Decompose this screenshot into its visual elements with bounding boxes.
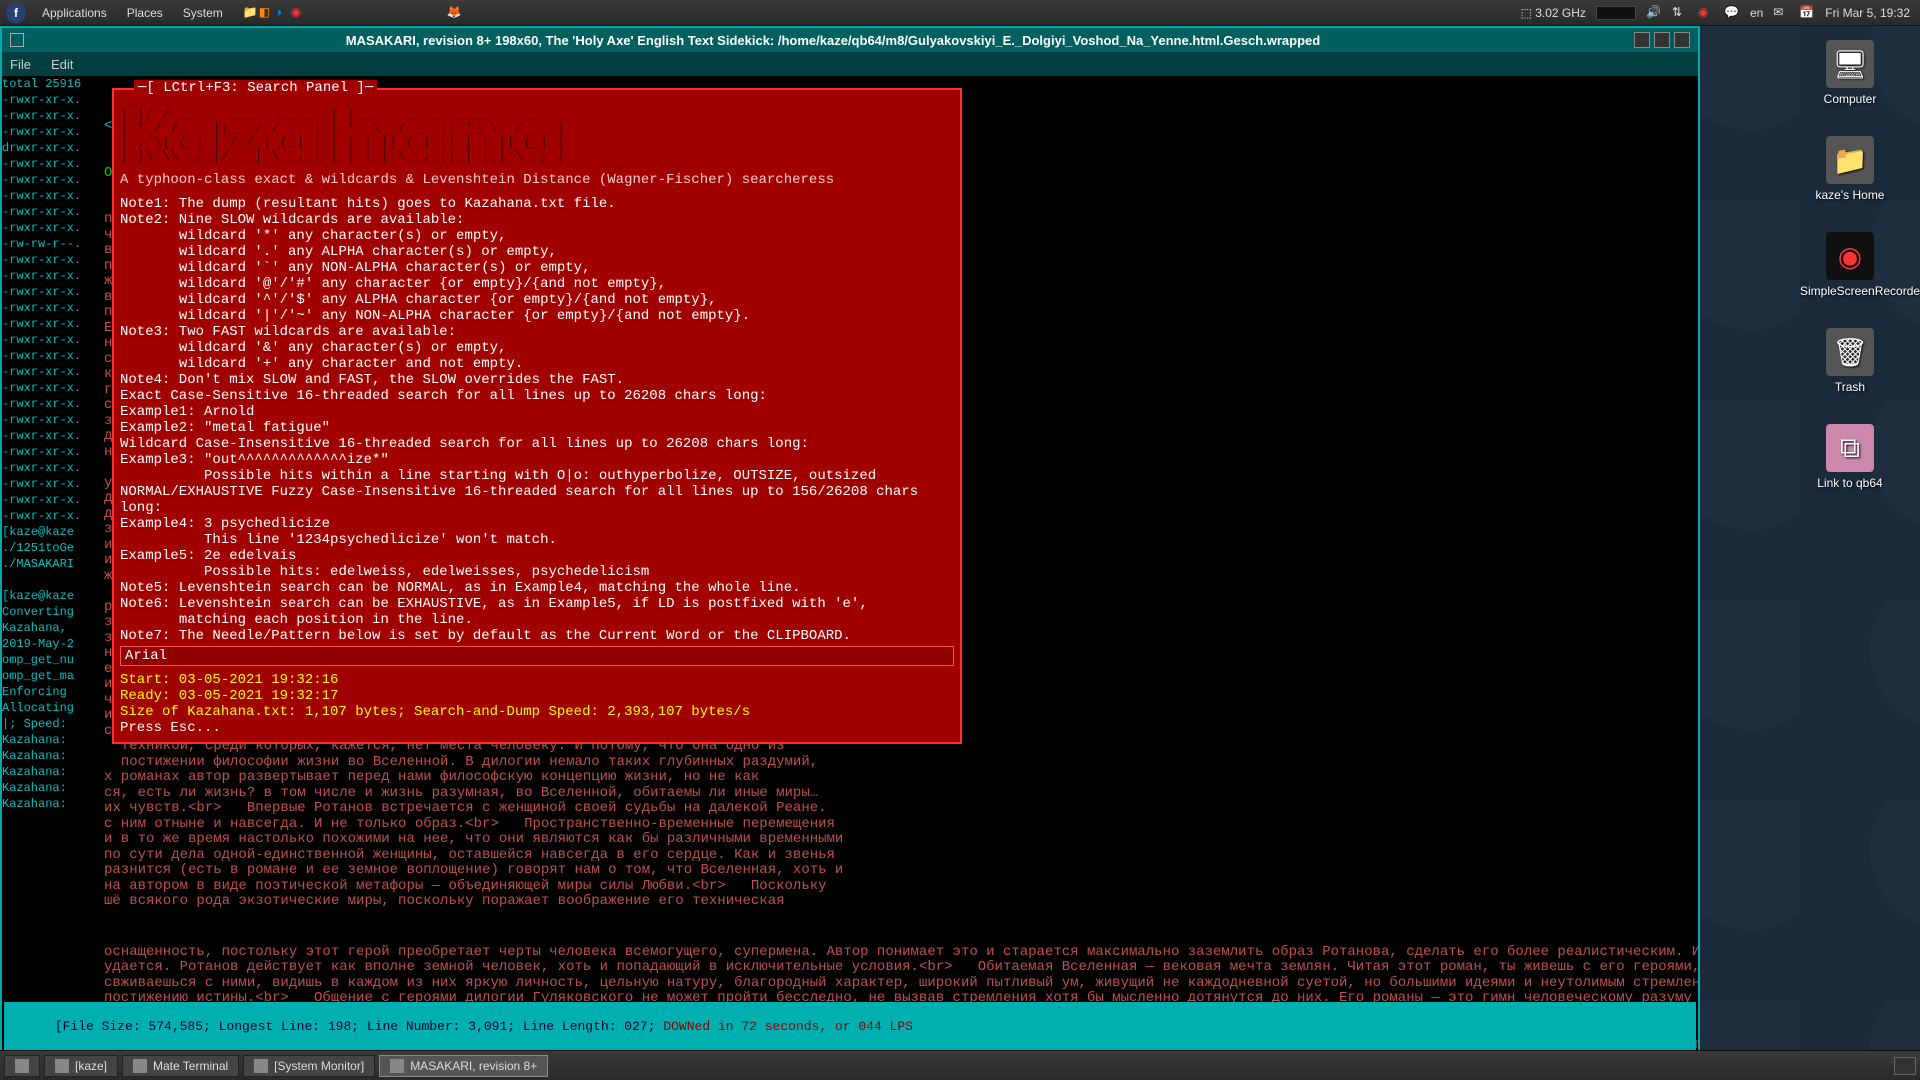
search-panel-title: ─[ LCtrl+F3: Search Panel ]─ (134, 80, 377, 96)
show-desktop-icon (15, 1059, 29, 1073)
fedora-icon[interactable]: f (6, 3, 26, 23)
left-ls-column: total 25916 -rwxr-xr-x. -rwxr-xr-x. -rwx… (2, 76, 102, 1034)
clock[interactable]: Fri Mar 5, 19:32 (1825, 6, 1910, 20)
window-title: MASAKARI, revision 8+ 198x60, The 'Holy … (32, 33, 1634, 48)
ready-time: Ready: 03-05-2021 19:32:17 (120, 688, 954, 704)
window-titlebar[interactable]: MASAKARI, revision 8+ 198x60, The 'Holy … (2, 28, 1698, 52)
task-mate-terminal[interactable]: Mate Terminal (122, 1055, 239, 1077)
app-icon (390, 1059, 404, 1073)
search-panel: ─[ LCtrl+F3: Search Panel ]─ _ __ _ | |/… (112, 88, 962, 744)
desktop-home[interactable]: 📁kaze's Home (1800, 136, 1900, 202)
top-panel: f Applications Places System 📁 ◧ ◑ ◉ 🦊 ⬚… (0, 0, 1920, 26)
cpu-indicator[interactable]: ⬚ 3.02 GHz (1521, 6, 1586, 20)
window-icon (10, 33, 24, 47)
terminal-area[interactable]: total 25916 -rwxr-xr-x. -rwxr-xr-x. -rwx… (2, 76, 1698, 1054)
workspace-switcher[interactable] (1894, 1057, 1916, 1075)
menu-applications[interactable]: Applications (32, 6, 117, 20)
ascii-logo: _ __ _ | |/ / __ _ ____ __ _ | |__ __ _ … (120, 94, 954, 164)
minimize-button[interactable] (1634, 32, 1650, 48)
task-masakari[interactable]: MASAKARI, revision 8+ (379, 1055, 548, 1077)
desktop-icons: 🖥Computer 📁kaze's Home ◉SimpleScreenReco… (1800, 40, 1900, 490)
show-desktop-button[interactable] (4, 1055, 40, 1077)
close-button[interactable] (1674, 32, 1690, 48)
maximize-button[interactable] (1654, 32, 1670, 48)
desktop-link-qb64[interactable]: ⧉Link to qb64 (1800, 424, 1900, 490)
network-icon[interactable]: ⇅ (1672, 5, 1688, 21)
press-esc: Press Esc... (120, 720, 954, 736)
folder-icon (55, 1059, 69, 1073)
chat-icon[interactable]: 💬 (1724, 5, 1740, 21)
task-files[interactable]: [kaze] (44, 1055, 118, 1077)
status-warning: DOWNed in 72 seconds, or 044 LPS (663, 1019, 913, 1034)
record-icon[interactable]: ◉ (1698, 5, 1714, 21)
firefox-icon[interactable]: 🦊 (447, 5, 463, 21)
desktop-trash[interactable]: 🗑Trash (1800, 328, 1900, 394)
monitor-icon (254, 1059, 268, 1073)
menu-system[interactable]: System (173, 6, 233, 20)
calendar-icon[interactable]: 📅 (1799, 5, 1815, 21)
panel-notes: Note1: The dump (resultant hits) goes to… (120, 196, 954, 644)
status-bar: [File Size: 574,585; Longest Line: 198; … (4, 1002, 1696, 1052)
cpu-graph[interactable] (1596, 6, 1636, 20)
bottom-taskbar: [kaze] Mate Terminal [System Monitor] MA… (0, 1050, 1920, 1080)
window-menubar: File Edit (2, 52, 1698, 76)
menu-places[interactable]: Places (117, 6, 173, 20)
mail-icon[interactable]: ✉ (1773, 5, 1789, 21)
launcher-icon[interactable]: ◉ (291, 5, 307, 21)
launcher-icon[interactable]: ◧ (259, 5, 275, 21)
tagline: A typhoon-class exact & wildcards & Leve… (120, 172, 954, 188)
menu-file[interactable]: File (10, 57, 31, 72)
launcher-icon[interactable]: 📁 (243, 5, 259, 21)
terminal-icon (133, 1059, 147, 1073)
search-input[interactable]: Arial (120, 646, 954, 666)
task-system-monitor[interactable]: [System Monitor] (243, 1055, 375, 1077)
desktop-computer[interactable]: 🖥Computer (1800, 40, 1900, 106)
status-left: [File Size: 574,585; Longest Line: 198; … (55, 1019, 664, 1034)
start-time: Start: 03-05-2021 19:32:16 (120, 672, 954, 688)
launcher-icon[interactable]: ◑ (275, 5, 291, 21)
result-size: Size of Kazahana.txt: 1,107 bytes; Searc… (120, 704, 954, 720)
keyboard-layout[interactable]: en (1750, 6, 1763, 20)
menu-edit[interactable]: Edit (51, 57, 73, 72)
volume-icon[interactable]: 🔊 (1646, 5, 1662, 21)
desktop-ssr[interactable]: ◉SimpleScreenRecorder (1800, 232, 1900, 298)
masakari-window: MASAKARI, revision 8+ 198x60, The 'Holy … (0, 26, 1700, 1056)
